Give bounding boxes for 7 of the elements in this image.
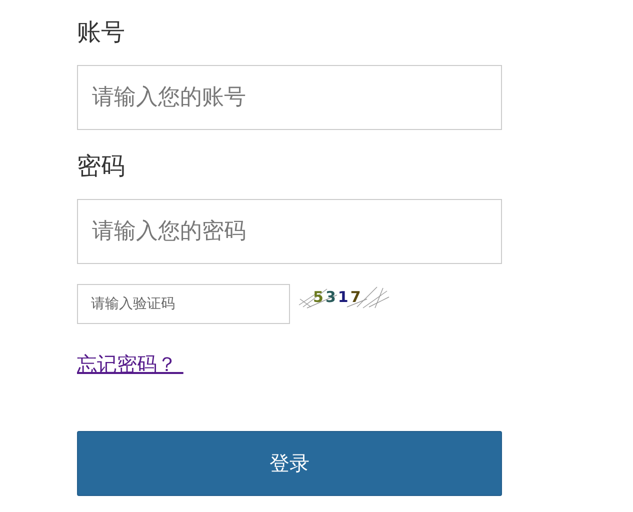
field-label: 密码: [77, 151, 126, 182]
password-field[interactable]: 请输入您的密码: [77, 199, 502, 264]
account-field[interactable]: 请输入您的账号: [77, 65, 502, 130]
field-label: 账号: [77, 17, 126, 48]
captcha-field[interactable]: 请输入验证码: [77, 284, 290, 324]
forgot-password-link[interactable]: 忘记密码？: [77, 352, 184, 376]
login-button[interactable]: 登录: [77, 431, 502, 496]
